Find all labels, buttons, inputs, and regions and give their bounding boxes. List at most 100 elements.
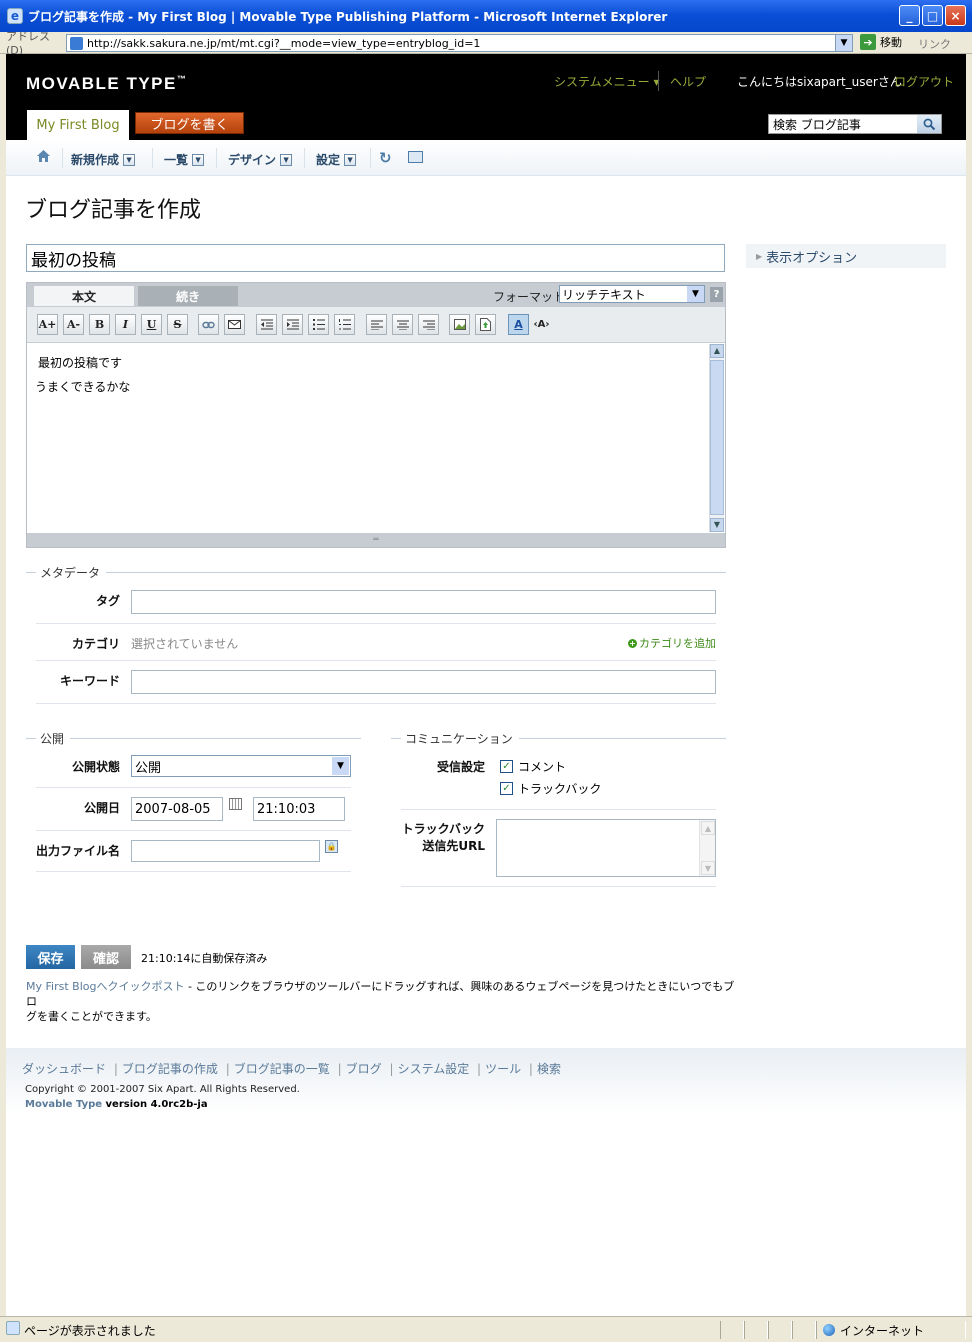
search-icon[interactable] bbox=[917, 115, 941, 133]
outdent-icon[interactable] bbox=[256, 314, 277, 335]
format-help-button[interactable]: ? bbox=[710, 287, 723, 302]
maximize-button[interactable]: □ bbox=[922, 5, 943, 26]
tb-url-textarea[interactable]: ▲ ▼ bbox=[496, 819, 716, 877]
footer-link-system-settings[interactable]: システム設定 bbox=[398, 1062, 470, 1076]
footer-link-search[interactable]: 検索 bbox=[537, 1062, 561, 1076]
link-icon[interactable] bbox=[198, 314, 219, 335]
close-button[interactable]: × bbox=[945, 5, 966, 26]
status-select[interactable]: 公開 ▼ bbox=[131, 755, 351, 777]
tags-input[interactable] bbox=[131, 590, 716, 614]
quickpost-link[interactable]: My First Blogへクイックポスト bbox=[26, 980, 184, 993]
align-left-icon[interactable] bbox=[366, 314, 387, 335]
preview-button[interactable]: 確認 bbox=[81, 945, 131, 969]
movable-type-logo[interactable]: MOVABLE TYPE™ bbox=[26, 74, 187, 94]
search-input[interactable]: 検索 ブログ記事 bbox=[768, 114, 942, 134]
wysiwyg-mode-icon[interactable]: A bbox=[508, 314, 529, 335]
align-right-icon[interactable] bbox=[418, 314, 439, 335]
email-icon[interactable] bbox=[224, 314, 245, 335]
bold-button[interactable]: B bbox=[89, 314, 110, 335]
row-divider bbox=[401, 886, 716, 887]
tab-extended[interactable]: 続き bbox=[138, 286, 238, 306]
help-link[interactable]: ヘルプ bbox=[670, 73, 706, 90]
publish-date-input[interactable]: 2007-08-05 bbox=[131, 797, 223, 821]
html-mode-icon[interactable]: ‹A› bbox=[531, 314, 552, 335]
nav-list[interactable]: 一覧 ▼ bbox=[164, 151, 205, 168]
scroll-down-icon[interactable]: ▼ bbox=[710, 518, 724, 532]
home-icon[interactable] bbox=[36, 149, 51, 166]
minimize-button[interactable]: _ bbox=[899, 5, 920, 26]
publish-time-input[interactable]: 21:10:03 bbox=[253, 797, 345, 821]
scroll-thumb[interactable] bbox=[710, 360, 724, 515]
view-site-icon[interactable] bbox=[408, 151, 423, 163]
add-category-link[interactable]: + カテゴリを追加 bbox=[628, 635, 716, 651]
nav-list-label: 一覧 bbox=[164, 153, 189, 167]
refresh-icon[interactable]: ↻ bbox=[379, 149, 392, 167]
links-label[interactable]: リンク bbox=[918, 36, 951, 52]
tags-label: タグ bbox=[95, 594, 120, 608]
trackbacks-checkbox[interactable]: ✓ トラックバック bbox=[500, 780, 601, 797]
footer-link-new-entry[interactable]: ブログ記事の作成 bbox=[122, 1062, 218, 1076]
version-text: version 4.0rc2b-ja bbox=[102, 1099, 208, 1110]
filename-input[interactable] bbox=[131, 840, 320, 862]
category-label: カテゴリ bbox=[71, 637, 120, 651]
editor-body[interactable]: 最初の投稿です うまくできるかな ▲ ▼ bbox=[27, 343, 725, 533]
editor-resize-handle[interactable]: ═ bbox=[27, 533, 725, 547]
numbered-list-icon[interactable] bbox=[334, 314, 355, 335]
indent-icon[interactable] bbox=[282, 314, 303, 335]
go-button[interactable]: ➔ 移動 bbox=[860, 34, 902, 50]
footer-link-blog[interactable]: ブログ bbox=[346, 1062, 382, 1076]
nav-new[interactable]: 新規作成 ▼ bbox=[71, 151, 136, 168]
save-button[interactable]: 保存 bbox=[26, 945, 75, 969]
footer-link-tools[interactable]: ツール bbox=[485, 1062, 521, 1076]
chevron-down-icon: ▼ bbox=[687, 286, 704, 302]
scroll-up-icon[interactable]: ▲ bbox=[710, 344, 724, 358]
write-blog-button[interactable]: ブログを書く bbox=[135, 112, 244, 134]
insert-image-icon[interactable] bbox=[449, 314, 470, 335]
nav-divider bbox=[62, 148, 63, 168]
product-link[interactable]: Movable Type bbox=[25, 1099, 102, 1110]
row-divider bbox=[36, 830, 351, 831]
accept-label: 受信設定 bbox=[436, 760, 485, 774]
keywords-input[interactable] bbox=[131, 670, 716, 694]
editor-line: うまくできるかな bbox=[35, 380, 131, 394]
chevron-down-icon: ▼ bbox=[332, 757, 349, 775]
scroll-down-icon[interactable]: ▼ bbox=[701, 861, 715, 875]
nav-settings[interactable]: 設定 ▼ bbox=[316, 151, 357, 168]
display-options-toggle[interactable]: ▶ 表示オプション bbox=[746, 244, 946, 268]
calendar-icon[interactable] bbox=[229, 798, 242, 810]
strikethrough-button[interactable]: S bbox=[167, 314, 188, 335]
logout-link[interactable]: ログアウト bbox=[894, 73, 954, 90]
blog-tab[interactable]: My First Blog bbox=[27, 110, 129, 140]
row-divider bbox=[36, 871, 351, 872]
zone-cell: インターネット bbox=[816, 1321, 966, 1339]
comments-checkbox[interactable]: ✓ コメント bbox=[500, 758, 566, 775]
italic-button[interactable]: I bbox=[115, 314, 136, 335]
textarea-scrollbar[interactable]: ▲ ▼ bbox=[699, 820, 715, 876]
font-size-up-button[interactable]: A+ bbox=[37, 314, 58, 335]
nav-design[interactable]: デザイン ▼ bbox=[228, 151, 293, 168]
tab-body[interactable]: 本文 bbox=[34, 286, 134, 306]
system-menu-link[interactable]: システムメニュー ▾ bbox=[554, 73, 659, 90]
format-select[interactable]: リッチテキスト ▼ bbox=[559, 285, 705, 303]
status-bar: ページが表示されました インターネット bbox=[0, 1316, 972, 1342]
editor-tabs: 本文 続き フォーマット: リッチテキスト ▼ ? bbox=[27, 283, 725, 307]
bullet-list-icon[interactable] bbox=[308, 314, 329, 335]
font-size-down-button[interactable]: A- bbox=[63, 314, 84, 335]
insert-file-icon[interactable] bbox=[475, 314, 496, 335]
lock-icon[interactable]: 🔒 bbox=[325, 840, 338, 853]
address-input[interactable]: http://sakk.sakura.ne.jp/mt/mt.cgi?__mod… bbox=[66, 34, 853, 52]
window-title: ブログ記事を作成 - My First Blog | Movable Type … bbox=[28, 9, 668, 24]
section-rule bbox=[26, 738, 36, 739]
main-nav: 新規作成 ▼ 一覧 ▼ デザイン ▼ 設定 ▼ ↻ bbox=[6, 140, 966, 176]
align-center-icon[interactable] bbox=[392, 314, 413, 335]
logo-tm: ™ bbox=[176, 74, 188, 84]
address-dropdown-icon[interactable]: ▼ bbox=[835, 35, 852, 51]
footer-link-entries[interactable]: ブログ記事の一覧 bbox=[234, 1062, 330, 1076]
entry-title-input[interactable]: 最初の投稿 bbox=[26, 244, 725, 272]
trackbacks-label: トラックバック bbox=[518, 782, 602, 796]
scroll-up-icon[interactable]: ▲ bbox=[701, 821, 715, 835]
underline-button[interactable]: U bbox=[141, 314, 162, 335]
editor-scrollbar[interactable]: ▲ ▼ bbox=[709, 344, 724, 532]
zone-text: インターネット bbox=[840, 1323, 925, 1338]
footer-link-dashboard[interactable]: ダッシュボード bbox=[22, 1062, 106, 1076]
